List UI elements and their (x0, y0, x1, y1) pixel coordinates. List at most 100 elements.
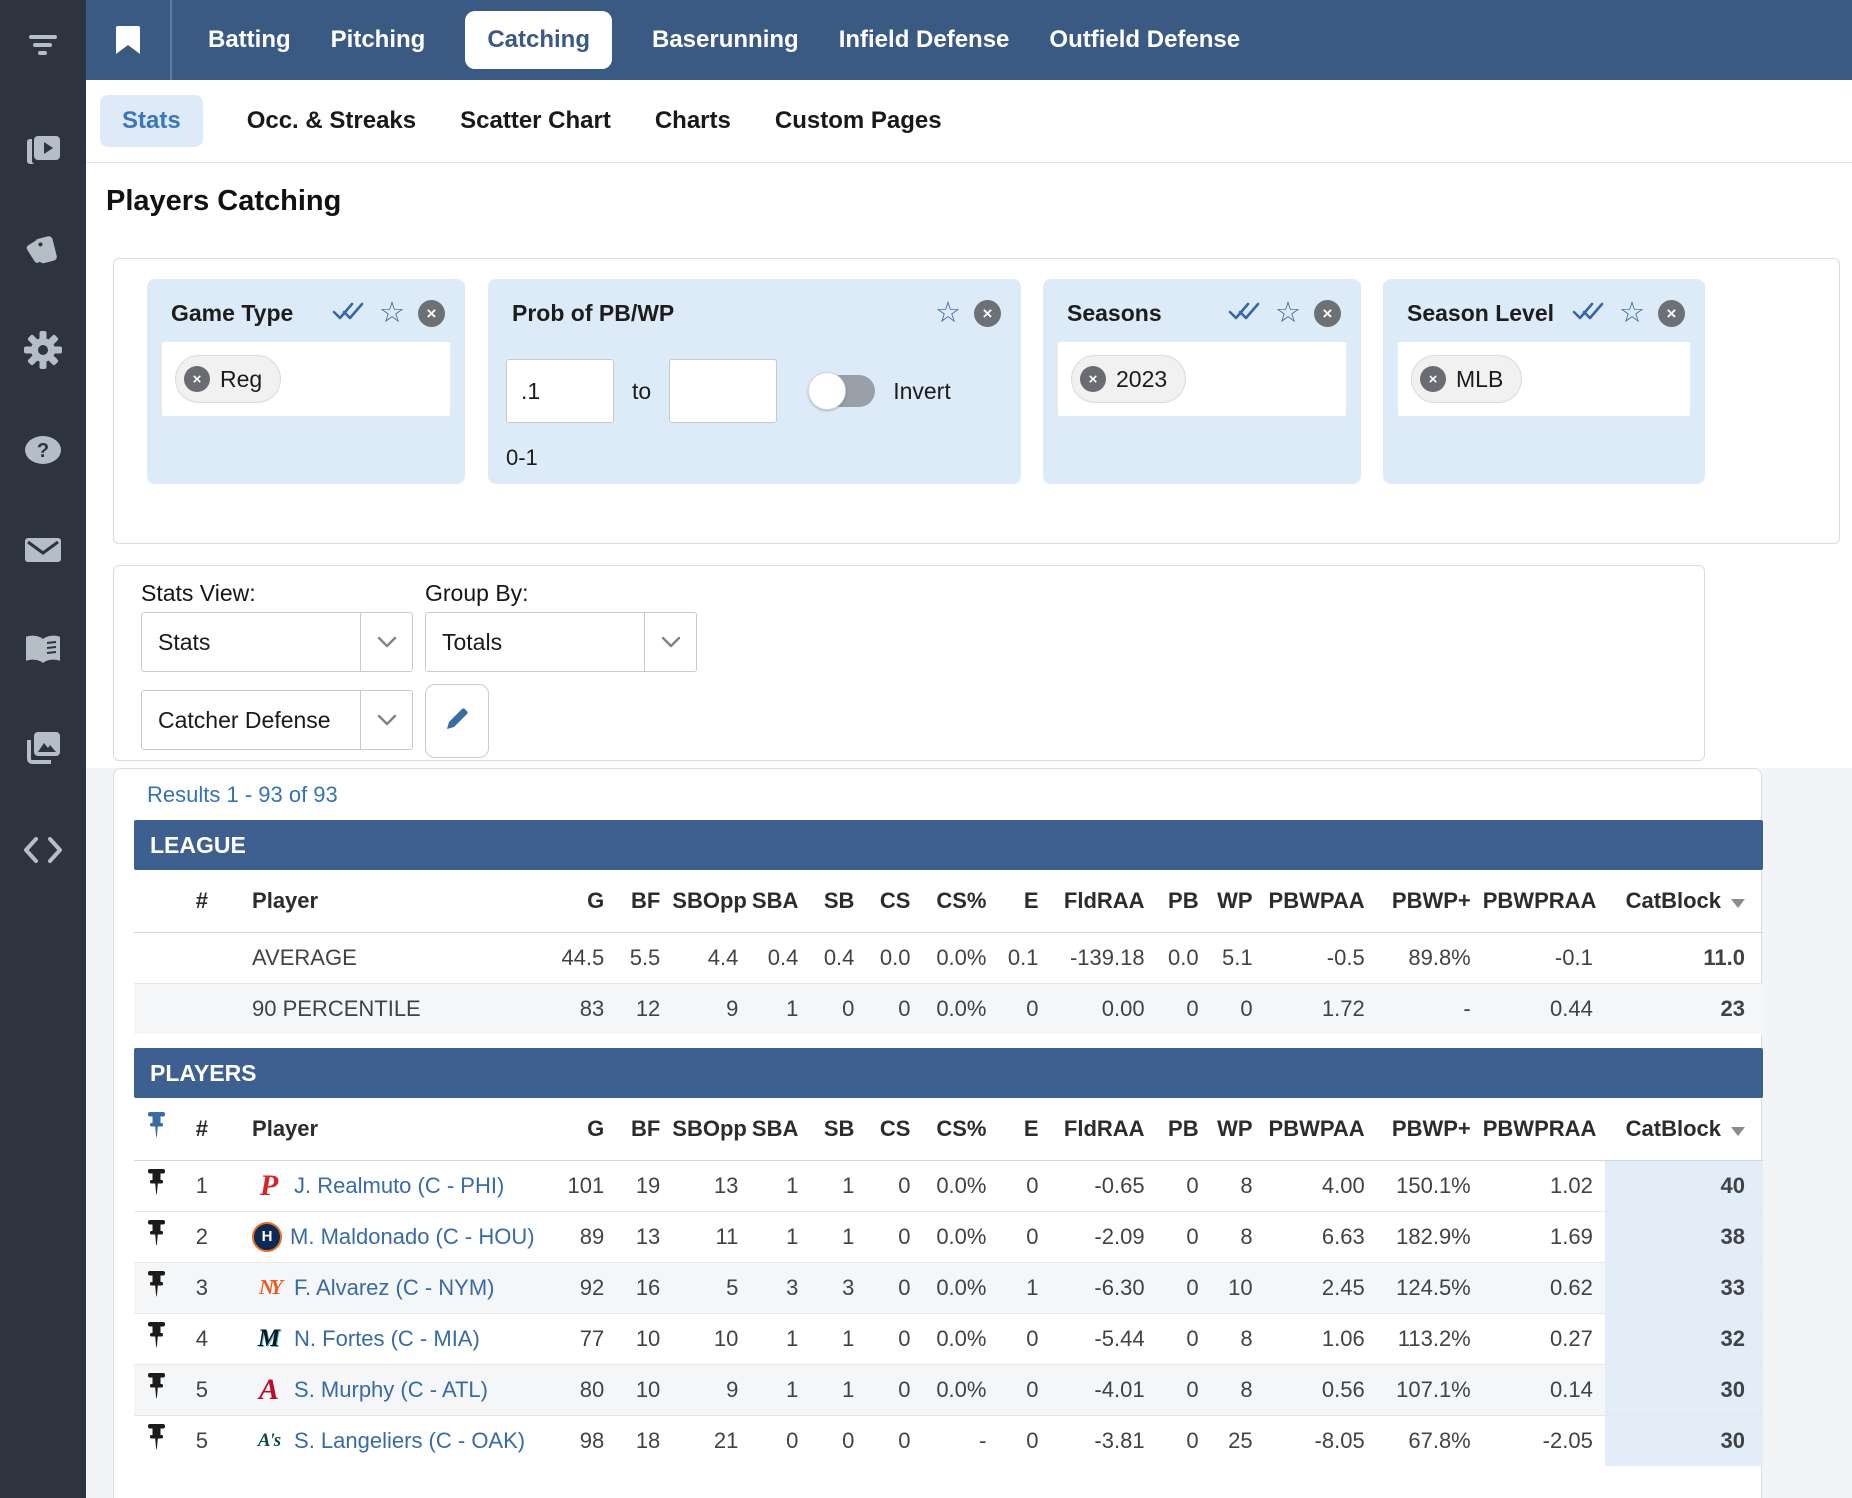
remove-filter-icon[interactable]: × (974, 300, 1001, 327)
select-all-icon[interactable] (1228, 299, 1262, 328)
stat-value[interactable]: 18 (616, 1415, 672, 1466)
stat-value[interactable]: 0.0% (922, 1262, 998, 1313)
code-icon[interactable] (0, 818, 86, 882)
stat-value[interactable]: 13 (616, 1211, 672, 1262)
range-to-input[interactable] (669, 359, 777, 423)
stat-value[interactable]: 1 (750, 1313, 810, 1364)
stat-column-header[interactable]: CS% (922, 1098, 998, 1160)
stat-value[interactable]: 1 (810, 1364, 866, 1415)
filter-value-box[interactable]: × 2023 (1057, 341, 1347, 417)
stat-value[interactable]: 0.0 (1157, 932, 1211, 983)
select-all-icon[interactable] (332, 299, 366, 328)
stat-value[interactable]: 0.0% (922, 1364, 998, 1415)
chip-remove-icon[interactable]: × (1420, 366, 1446, 392)
stat-value[interactable]: 1 (750, 1364, 810, 1415)
cards-icon[interactable] (0, 218, 86, 282)
stat-column-header[interactable]: SBOpp (672, 1098, 750, 1160)
filter-value-box[interactable]: × MLB (1397, 341, 1691, 417)
stat-value[interactable]: 0 (1157, 1262, 1211, 1313)
stat-value[interactable]: 1 (750, 1211, 810, 1262)
player-column-header[interactable]: Player (218, 1098, 558, 1160)
stat-value[interactable]: 40 (1605, 1160, 1763, 1211)
tab-custom-pages[interactable]: Custom Pages (775, 95, 942, 147)
stat-value[interactable]: 0.0% (922, 1211, 998, 1262)
edit-preset-button[interactable] (425, 684, 489, 758)
stat-column-header[interactable]: SBA (750, 1098, 810, 1160)
favorite-star-icon[interactable]: ☆ (1275, 299, 1301, 328)
images-icon[interactable] (0, 716, 86, 780)
tab-infield-defense[interactable]: Infield Defense (839, 11, 1010, 69)
tab-batting[interactable]: Batting (208, 11, 291, 69)
stat-value[interactable]: 3 (750, 1262, 810, 1313)
filter-value-box[interactable]: × Reg (161, 341, 451, 417)
stat-column-header[interactable]: WP (1211, 1098, 1265, 1160)
stat-value[interactable]: 30 (1605, 1364, 1763, 1415)
stat-value[interactable]: 0 (750, 1415, 810, 1466)
stat-column-header[interactable]: FldRAA (1051, 870, 1157, 932)
stat-column-header[interactable]: PBWPAA (1265, 870, 1377, 932)
stat-column-header[interactable]: BF (616, 870, 672, 932)
stat-column-header[interactable]: SB (810, 1098, 866, 1160)
stat-value[interactable]: 0 (1157, 1160, 1211, 1211)
select-all-icon[interactable] (1572, 299, 1606, 328)
stats-view-select[interactable]: Stats (141, 612, 413, 672)
stat-value[interactable]: 30 (1605, 1415, 1763, 1466)
stat-value[interactable]: 0 (998, 1160, 1050, 1211)
stat-value[interactable]: 1 (750, 1160, 810, 1211)
remove-filter-icon[interactable]: × (1658, 300, 1685, 327)
player-column-header[interactable]: Player (218, 870, 558, 932)
player-link[interactable]: S. Murphy (C - ATL) (294, 1377, 488, 1403)
group-by-select[interactable]: Totals (425, 612, 697, 672)
stat-value[interactable]: 0.0% (922, 1313, 998, 1364)
stat-value[interactable]: 0 (998, 1211, 1050, 1262)
stat-value[interactable]: 0 (1157, 1313, 1211, 1364)
stat-value[interactable]: 0 (1157, 1364, 1211, 1415)
stat-value[interactable]: 0 (866, 1415, 922, 1466)
stat-column-header[interactable]: PB (1157, 870, 1211, 932)
stat-value[interactable]: 0 (1157, 1211, 1211, 1262)
stat-value[interactable]: 33 (1605, 1262, 1763, 1313)
pin-row-button[interactable] (134, 1313, 178, 1364)
stat-value[interactable]: 0.0% (922, 1160, 998, 1211)
tab-stats[interactable]: Stats (100, 95, 203, 147)
stat-column-header[interactable]: CS% (922, 870, 998, 932)
results-summary-link[interactable]: Results 1 - 93 of 93 (147, 782, 1761, 808)
stat-value[interactable]: 10 (616, 1364, 672, 1415)
stat-value[interactable]: 0.4 (750, 932, 810, 983)
favorite-star-icon[interactable]: ☆ (379, 299, 405, 328)
player-link[interactable]: F. Alvarez (C - NYM) (294, 1275, 494, 1301)
stat-value[interactable]: 3 (810, 1262, 866, 1313)
stat-value[interactable]: 19 (616, 1160, 672, 1211)
favorite-star-icon[interactable]: ☆ (1619, 299, 1645, 328)
player-link[interactable]: M. Maldonado (C - HOU) (290, 1224, 535, 1250)
stat-column-header[interactable]: PBWPAA (1265, 1098, 1377, 1160)
stat-value[interactable]: 0.0% (922, 932, 998, 983)
stat-column-header[interactable]: E (998, 870, 1050, 932)
stat-column-header[interactable]: PBWPRAA (1483, 1098, 1605, 1160)
chip-remove-icon[interactable]: × (1080, 366, 1106, 392)
player-link[interactable]: S. Langeliers (C - OAK) (294, 1428, 525, 1454)
stat-value[interactable]: 10 (1211, 1262, 1265, 1313)
pin-row-button[interactable] (134, 1364, 178, 1415)
stat-value[interactable]: 0.0 (866, 932, 922, 983)
invert-toggle[interactable] (811, 375, 875, 407)
stat-value[interactable]: 0 (998, 1415, 1050, 1466)
stat-value[interactable]: 5.5 (616, 932, 672, 983)
remove-filter-icon[interactable]: × (418, 300, 445, 327)
stat-value[interactable]: 1 (810, 1160, 866, 1211)
stat-column-header[interactable]: SB (810, 870, 866, 932)
stat-value[interactable]: 1 (998, 1262, 1050, 1313)
mail-icon[interactable] (0, 518, 86, 582)
stat-column-header[interactable]: PB (1157, 1098, 1211, 1160)
stat-value[interactable]: 0 (998, 1364, 1050, 1415)
pin-column-header[interactable] (134, 1098, 178, 1160)
stat-value[interactable]: 0.4 (810, 932, 866, 983)
stat-value[interactable]: 0 (866, 1262, 922, 1313)
filter-icon[interactable] (0, 13, 86, 77)
stat-value[interactable]: 0 (866, 1160, 922, 1211)
stat-column-header[interactable]: E (998, 1098, 1050, 1160)
tab-scatter-chart[interactable]: Scatter Chart (460, 95, 611, 147)
stat-value[interactable]: 10 (616, 1313, 672, 1364)
stat-preset-select[interactable]: Catcher Defense (141, 690, 413, 750)
stat-value[interactable]: 0 (866, 1211, 922, 1262)
